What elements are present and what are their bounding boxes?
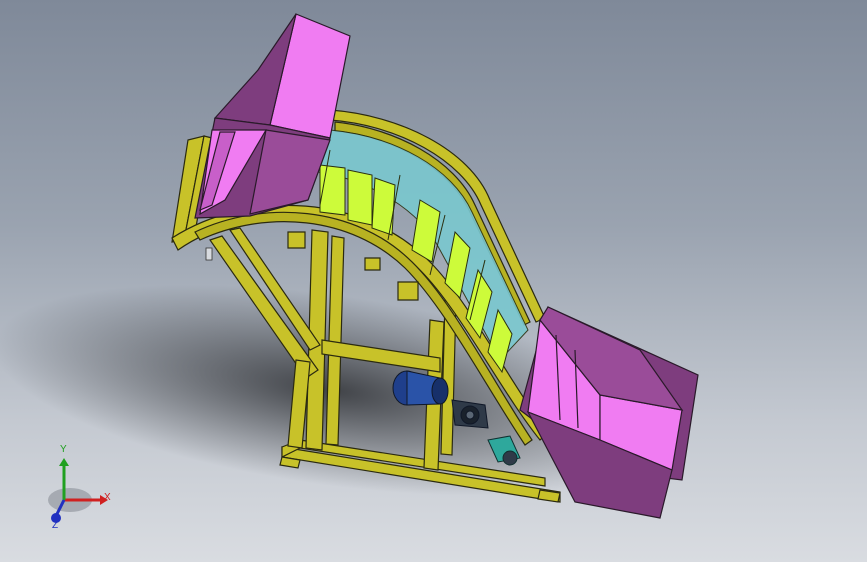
conveyor-model[interactable] (0, 0, 867, 562)
3d-viewport[interactable]: X Y Z (0, 0, 867, 562)
y-axis-label: Y (60, 444, 67, 455)
x-axis-label: X (104, 492, 111, 503)
z-axis-label: Z (52, 520, 59, 531)
pin (205, 247, 213, 261)
coordinate-triad[interactable]: X Y Z (40, 444, 120, 538)
